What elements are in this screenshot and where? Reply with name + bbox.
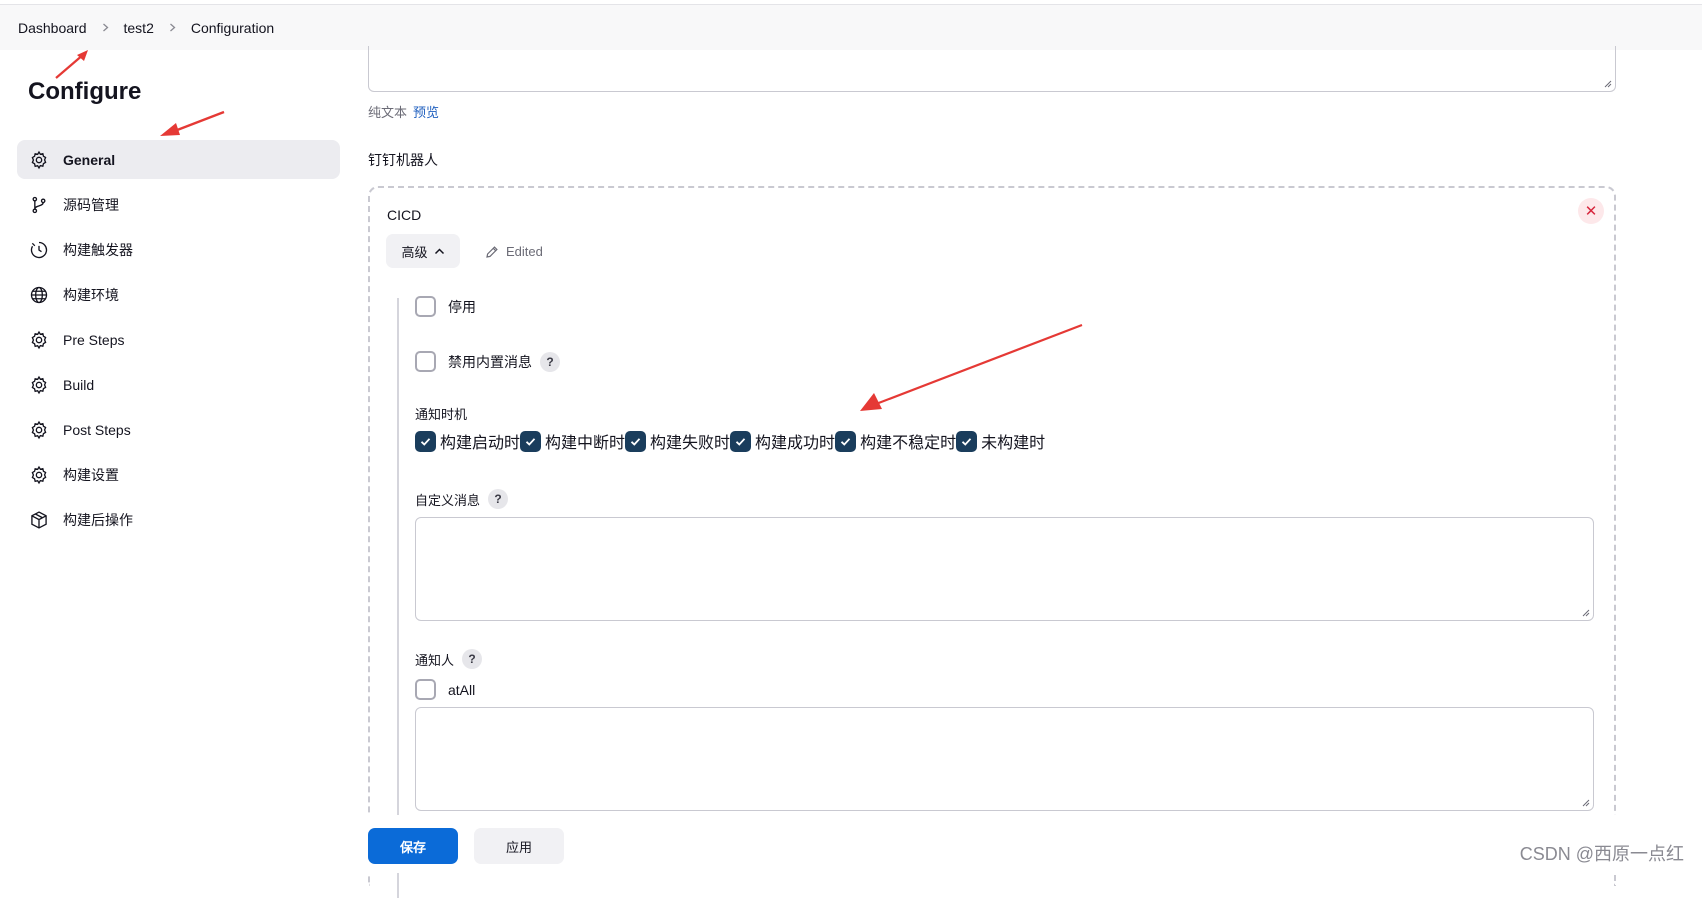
sidebar-item-general[interactable]: General bbox=[17, 140, 340, 179]
check-icon bbox=[840, 437, 851, 446]
disable-row: 停用 bbox=[415, 296, 476, 317]
timing-checkbox-failure[interactable] bbox=[625, 430, 647, 452]
format-plain-text: 纯文本 bbox=[368, 105, 408, 120]
at-all-checkbox[interactable] bbox=[415, 679, 436, 700]
sidebar-item-triggers[interactable]: 构建触发器 bbox=[17, 230, 340, 269]
section-label-dingtalk: 钉钉机器人 bbox=[368, 152, 438, 168]
disable-builtin-label: 禁用内置消息 bbox=[448, 353, 532, 370]
breadcrumb-configuration[interactable]: Configuration bbox=[191, 20, 274, 36]
breadcrumb-dashboard[interactable]: Dashboard bbox=[18, 20, 87, 36]
page-title: Configure bbox=[28, 78, 142, 105]
disable-builtin-row: 禁用内置消息 ? bbox=[415, 351, 560, 372]
custom-message-label: 自定义消息 bbox=[415, 492, 481, 508]
gear-icon bbox=[28, 464, 50, 486]
at-all-row: atAll bbox=[415, 679, 475, 700]
close-icon: ✕ bbox=[1584, 203, 1598, 220]
timing-label-success: 构建成功时 bbox=[755, 435, 836, 452]
bottom-action-bar bbox=[0, 815, 1702, 873]
gear-icon bbox=[28, 149, 50, 171]
sidebar-item-label: 构建设置 bbox=[63, 466, 119, 483]
timing-checkbox-unstable[interactable] bbox=[835, 430, 857, 452]
disable-builtin-checkbox[interactable] bbox=[415, 351, 436, 372]
check-icon bbox=[961, 437, 972, 446]
gear-icon bbox=[28, 419, 50, 441]
sidebar-item-label: 构建环境 bbox=[63, 286, 119, 303]
preview-link[interactable]: 预览 bbox=[413, 105, 439, 120]
sidebar-item-build[interactable]: Build bbox=[17, 365, 340, 404]
gear-icon bbox=[28, 374, 50, 396]
chevron-right-icon bbox=[168, 23, 177, 32]
timing-label-failure: 构建失败时 bbox=[650, 435, 731, 452]
timing-checkbox-start[interactable] bbox=[415, 430, 436, 452]
resize-grip-icon bbox=[1604, 80, 1612, 88]
check-icon bbox=[630, 437, 641, 446]
pencil-icon bbox=[486, 245, 498, 258]
sidebar-item-label: 源码管理 bbox=[63, 196, 119, 213]
notify-label: 通知人 bbox=[415, 652, 455, 668]
robot-name: CICD bbox=[387, 207, 422, 223]
notify-textarea[interactable] bbox=[415, 707, 1594, 811]
timing-checkbox-not-built[interactable] bbox=[956, 430, 978, 452]
gear-icon bbox=[28, 329, 50, 351]
disable-checkbox[interactable] bbox=[415, 296, 436, 317]
format-switch: 纯文本 预览 bbox=[368, 102, 439, 121]
sidebar-item-environment[interactable]: 构建环境 bbox=[17, 275, 340, 314]
globe-icon bbox=[28, 284, 50, 306]
breadcrumb: Dashboard test2 Configuration bbox=[0, 4, 1702, 50]
timing-options: 构建启动时 构建中断时 构建失败时 构建成功时 构建不稳定时 未构建时 bbox=[415, 429, 1045, 453]
timing-label-not-built: 未构建时 bbox=[981, 435, 1046, 452]
check-icon bbox=[735, 437, 746, 446]
sidebar-item-pre-steps[interactable]: Pre Steps bbox=[17, 320, 340, 359]
sidebar-item-label: Post Steps bbox=[63, 421, 131, 438]
timing-label-abort: 构建中断时 bbox=[545, 435, 626, 452]
help-icon[interactable]: ? bbox=[462, 649, 483, 669]
timing-label: 通知时机 bbox=[415, 407, 468, 422]
check-icon bbox=[420, 437, 431, 446]
sidebar-item-label: General bbox=[63, 151, 116, 168]
timing-label-unstable: 构建不稳定时 bbox=[860, 435, 957, 452]
package-icon bbox=[28, 509, 50, 531]
edited-indicator: Edited bbox=[485, 244, 543, 259]
chevron-up-icon bbox=[434, 247, 444, 254]
sidebar-item-label: Pre Steps bbox=[63, 331, 125, 348]
notify-label-row: 通知人 ? bbox=[415, 649, 483, 669]
breadcrumb-job[interactable]: test2 bbox=[124, 20, 154, 36]
help-icon[interactable]: ? bbox=[540, 351, 560, 372]
timing-checkbox-success[interactable] bbox=[730, 430, 752, 452]
timing-checkbox-abort[interactable] bbox=[520, 430, 542, 452]
save-button[interactable]: 保存 bbox=[368, 828, 458, 864]
apply-button[interactable]: 应用 bbox=[474, 828, 564, 864]
edited-label: Edited bbox=[506, 244, 543, 259]
sidebar-item-post-build[interactable]: 构建后操作 bbox=[17, 500, 340, 539]
sidebar-item-scm[interactable]: 源码管理 bbox=[17, 185, 340, 224]
sidebar-item-build-settings[interactable]: 构建设置 bbox=[17, 455, 340, 494]
advanced-label: 高级 bbox=[401, 244, 428, 260]
help-icon[interactable]: ? bbox=[488, 489, 509, 509]
custom-message-textarea[interactable] bbox=[415, 517, 1594, 621]
sidebar-item-post-steps[interactable]: Post Steps bbox=[17, 410, 340, 449]
sidebar-item-label: 构建触发器 bbox=[63, 241, 133, 258]
sidebar: General 源码管理 构建触发器 构建环境 Pre Steps Build … bbox=[17, 140, 340, 545]
at-all-label: atAll bbox=[448, 681, 476, 698]
watermark: CSDN @西原一点红 bbox=[1519, 844, 1684, 864]
disable-label: 停用 bbox=[448, 298, 476, 315]
advanced-fields: 停用 禁用内置消息 ? 通知时机 构建启动时 构建中断时 构建失败时 构建成功时… bbox=[395, 296, 1615, 816]
sidebar-item-label: Build bbox=[63, 376, 95, 393]
annotation-arrow-icon bbox=[160, 110, 225, 136]
custom-message-label-row: 自定义消息 ? bbox=[415, 489, 509, 509]
timer-icon bbox=[28, 239, 50, 261]
annotation-arrow-icon bbox=[55, 50, 88, 79]
branch-icon bbox=[28, 194, 50, 216]
advanced-toggle-button[interactable]: 高级 bbox=[386, 234, 460, 268]
resize-grip-icon bbox=[1582, 609, 1590, 617]
chevron-right-icon bbox=[101, 23, 110, 32]
sidebar-item-label: 构建后操作 bbox=[63, 511, 133, 528]
description-textarea[interactable] bbox=[368, 46, 1616, 92]
timing-label-start: 构建启动时 bbox=[440, 435, 521, 452]
resize-grip-icon bbox=[1582, 799, 1590, 807]
check-icon bbox=[525, 437, 536, 446]
remove-robot-button[interactable]: ✕ bbox=[1578, 198, 1604, 224]
